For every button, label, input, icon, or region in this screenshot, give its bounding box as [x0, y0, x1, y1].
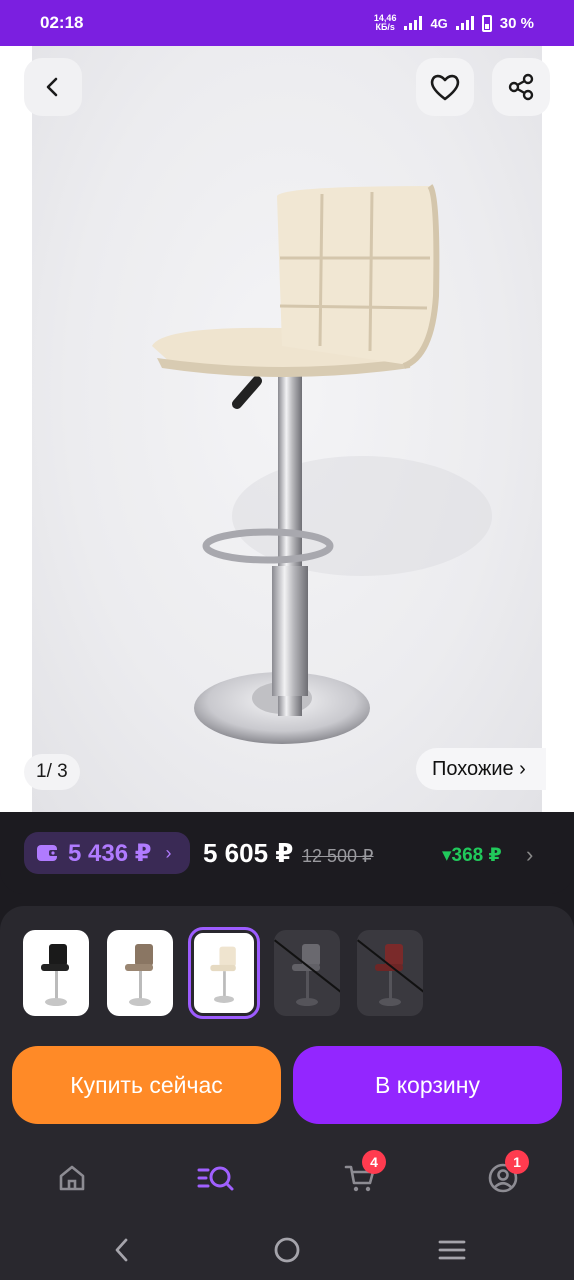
battery-icon — [481, 14, 492, 32]
share-button[interactable] — [492, 58, 550, 116]
home-icon — [59, 1165, 85, 1191]
status-indicators: 14,46 КБ/s 4G 30 % — [374, 14, 534, 32]
system-home-button[interactable] — [267, 1234, 307, 1266]
variant-thumb-image — [292, 944, 320, 1006]
nav-catalog[interactable] — [194, 1158, 238, 1198]
system-home-icon — [274, 1237, 300, 1263]
current-price: 5 605 ₽ — [203, 838, 294, 868]
price-drop[interactable]: ▾368 ₽ — [442, 844, 502, 867]
action-buttons: Купить сейчас В корзину — [0, 1040, 574, 1140]
product-screen: 02:18 14,46 КБ/s 4G 30 % 1/ 3 Похожие › … — [0, 0, 574, 1280]
signal-icon — [404, 16, 423, 30]
similar-products-button[interactable]: Похожие › — [416, 748, 546, 790]
nav-home[interactable] — [50, 1158, 94, 1198]
price-panel: 5 436 ₽ › 5 605 ₽ 12 500 ₽ ▾368 ₽ › — [0, 812, 574, 894]
variants-panel — [0, 906, 574, 1040]
system-nav-bar — [0, 1220, 574, 1280]
buy-now-button[interactable]: Купить сейчас — [12, 1046, 281, 1124]
variant-thumb-image — [210, 946, 236, 1003]
variant-thumb-image — [41, 944, 69, 1006]
chevron-left-icon — [46, 77, 58, 97]
variant-brown[interactable] — [107, 930, 173, 1016]
chevron-right-icon[interactable]: › — [526, 842, 533, 868]
profile-badge: 1 — [505, 1150, 529, 1174]
product-image[interactable] — [32, 46, 542, 812]
share-icon — [508, 73, 534, 101]
add-to-cart-button[interactable]: В корзину — [293, 1046, 562, 1124]
cart-badge: 4 — [362, 1150, 386, 1174]
favorite-button[interactable] — [416, 58, 474, 116]
bar-stool-illustration — [152, 184, 492, 744]
heart-icon — [430, 74, 460, 101]
network-speed: 14,46 КБ/s — [374, 14, 397, 32]
variant-white-unavailable[interactable] — [274, 930, 340, 1016]
image-counter: 1/ 3 — [24, 754, 80, 790]
network-speed-unit: КБ/s — [375, 22, 395, 32]
variant-thumb-image — [125, 944, 153, 1006]
signal-2-icon — [455, 16, 474, 30]
nav-profile[interactable]: 1 — [481, 1150, 529, 1198]
back-button[interactable] — [24, 58, 82, 116]
catalog-search-icon — [197, 1166, 234, 1191]
status-time: 02:18 — [40, 13, 84, 32]
system-back-button[interactable] — [102, 1234, 142, 1266]
variant-black[interactable] — [23, 930, 89, 1016]
wallet-icon — [37, 845, 59, 861]
bottom-nav: 4 1 — [0, 1140, 574, 1220]
nav-cart[interactable]: 4 — [338, 1150, 386, 1198]
battery-level: 30 % — [499, 14, 534, 32]
old-price: 12 500 ₽ — [302, 846, 374, 866]
system-menu-button[interactable] — [432, 1234, 472, 1266]
menu-icon — [438, 1240, 466, 1260]
variant-thumb-image — [375, 944, 403, 1006]
wallet-price: 5 436 ₽ — [68, 839, 152, 867]
variant-cream-selected[interactable] — [188, 927, 260, 1019]
system-back-icon — [115, 1238, 128, 1262]
chevron-right-icon: › — [165, 842, 172, 863]
variant-red-unavailable[interactable] — [357, 930, 423, 1016]
status-bar: 02:18 14,46 КБ/s 4G 30 % — [0, 0, 574, 46]
network-type: 4G — [430, 15, 448, 31]
wallet-price-button[interactable]: 5 436 ₽ › — [24, 832, 190, 874]
